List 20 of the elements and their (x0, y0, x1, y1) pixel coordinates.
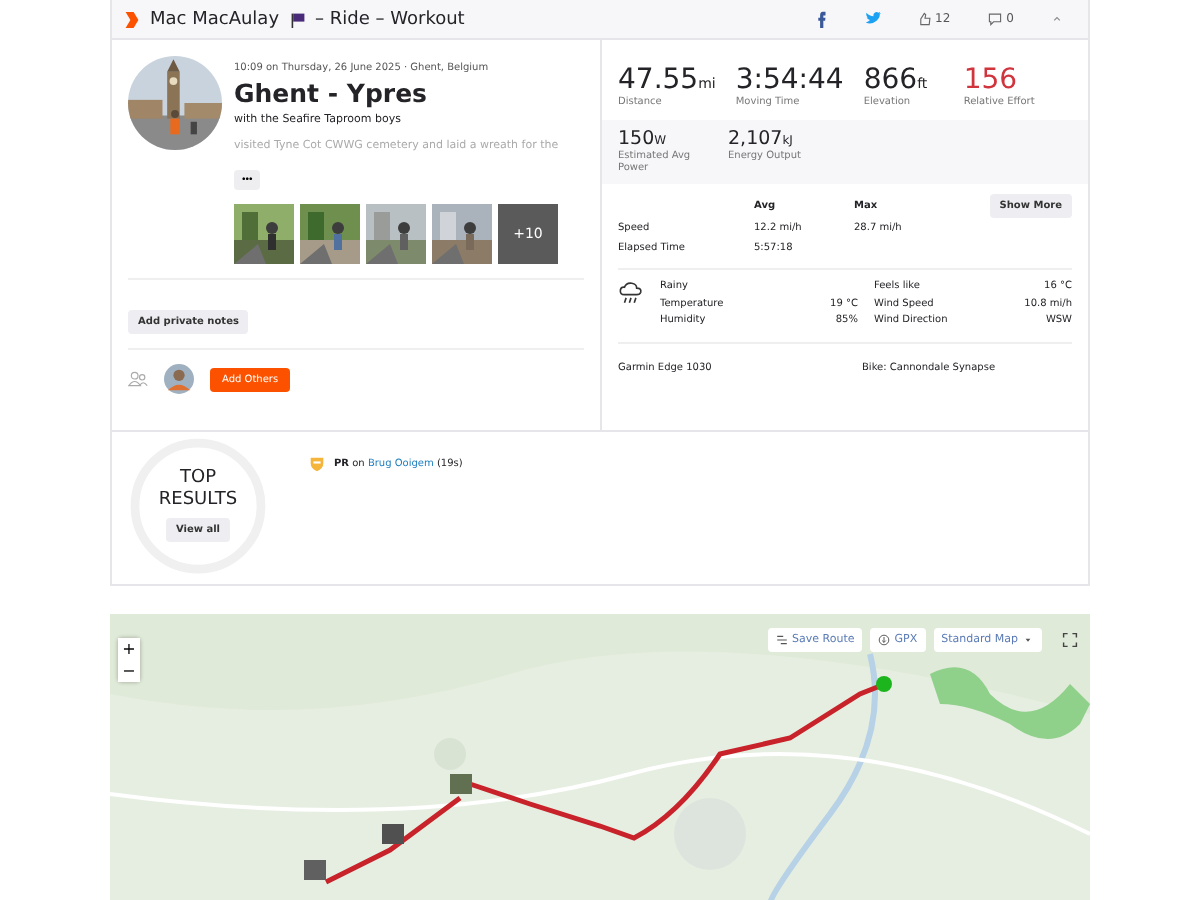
flag-icon (289, 11, 306, 27)
zoom-out-button[interactable]: − (118, 659, 140, 681)
download-icon (878, 633, 891, 645)
athlete-avatar[interactable] (164, 364, 194, 394)
rain-cloud-icon (618, 280, 644, 306)
stat-value: 156 (963, 64, 1020, 96)
fullscreen-icon[interactable] (1062, 631, 1078, 647)
caret-icon (1022, 633, 1034, 645)
trophy-icon (308, 455, 326, 473)
group-icon (128, 370, 148, 388)
thumbs-up-icon (917, 12, 932, 26)
athlete-name[interactable]: Mac MacAulay (150, 9, 280, 29)
twitter-icon[interactable] (863, 10, 882, 28)
activity-title: Ghent - Ypres (234, 78, 429, 108)
comment-icon (988, 12, 1003, 26)
stat-value: 3:54:44 (735, 64, 844, 96)
activity-type: – Ride – Workout (315, 9, 465, 29)
route-icon (776, 633, 789, 645)
zoom-in-button[interactable]: + (118, 637, 140, 659)
logo-icon (124, 9, 140, 29)
